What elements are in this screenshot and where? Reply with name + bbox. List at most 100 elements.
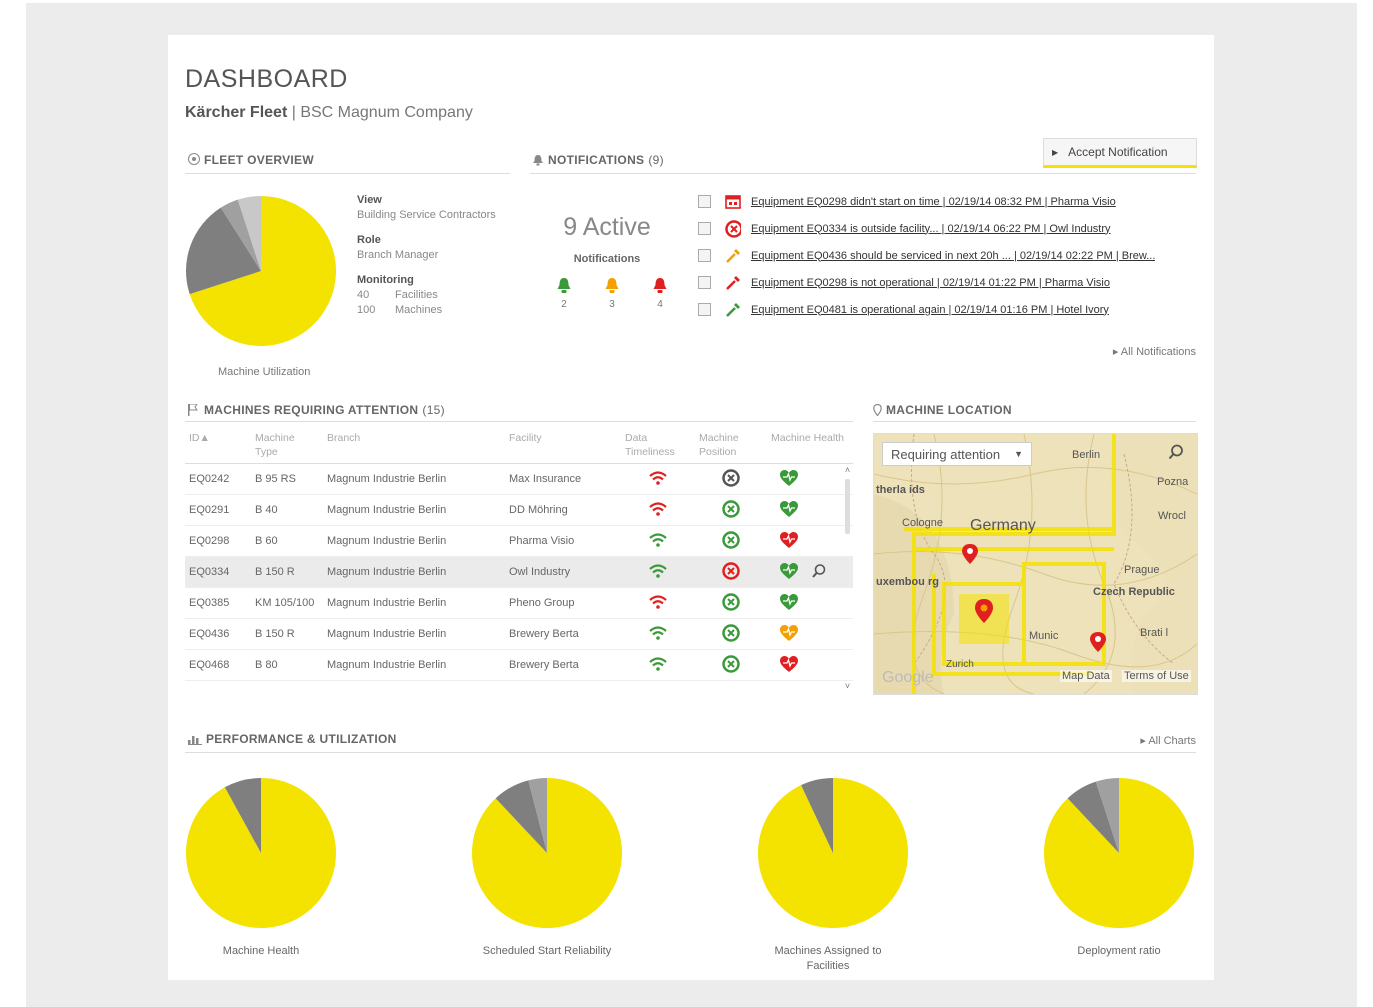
bell-count: 3 [609,299,615,310]
role-label: Role [357,234,381,246]
machines-divider [185,421,853,422]
all-charts-link[interactable]: ▸ All Charts [1108,734,1196,747]
cell-position [695,463,767,495]
table-row[interactable]: EQ0334 B 150 R Magnum Industrie Berlin Owl … [185,556,853,588]
cell-timeliness [621,494,695,526]
cell-id: EQ0291 [185,494,251,526]
health-heart-icon [779,562,799,583]
active-notifications-count: 9 Active [563,213,651,241]
notification-item[interactable]: Equipment EQ0298 didn't start on time | … [698,188,1198,215]
cell-facility: Brewery Berta [505,649,621,681]
map-label-luxembourg: uxembou rg [876,576,939,588]
position-icon [722,592,740,614]
bar-chart-icon [188,733,202,748]
map-label-wroclaw: Wrocl [1158,510,1186,522]
table-row[interactable]: EQ0385 KM 105/100 Magnum Industrie Berlin P… [185,587,853,619]
notification-link[interactable]: Equipment EQ0298 didn't start on time | … [751,196,1116,208]
wrench-icon [725,248,741,264]
machine-location-map[interactable]: Requiring attention ▼ Berlin Pozna therla… [873,433,1198,695]
position-icon [722,654,740,676]
machines-line: 100 Machines [357,303,527,318]
table-row[interactable]: EQ0298 B 60 Magnum Industrie Berlin Pharma … [185,525,853,557]
notification-checkbox[interactable] [698,303,711,316]
health-heart-icon [779,655,799,676]
cell-branch: Magnum Industrie Berlin [323,463,505,495]
cell-health [767,494,853,526]
map-terms-link[interactable]: Terms of Use [1122,670,1191,682]
machines-heading: MACHINES REQUIRING ATTENTION (15) [188,403,445,419]
notification-checkbox[interactable] [698,222,711,235]
map-filter-dropdown[interactable]: Requiring attention ▼ [882,442,1032,466]
position-icon [722,468,740,490]
zoom-icon[interactable] [811,563,827,582]
table-header-row: ID▲ Machine Type Branch Facility Data Timeli… [185,425,853,464]
notification-checkbox[interactable] [698,249,711,262]
column-header[interactable]: Data Timeliness [621,425,695,464]
accept-notification-button[interactable]: ▶ Accept Notification [1043,138,1197,168]
fleet-overview-details: View Building Service Contractors Role B… [357,187,527,318]
scroll-down-icon[interactable]: ˅ [842,681,853,691]
column-header[interactable]: Facility [505,425,621,464]
cell-type: B 80 [251,649,323,681]
notification-link[interactable]: Equipment EQ0298 is not operational | 02… [751,277,1110,289]
notification-item[interactable]: Equipment EQ0481 is operational again | … [698,296,1198,323]
fleet-overview-title: FLEET OVERVIEW [204,153,314,167]
cell-facility: DD Möhring [505,494,621,526]
notification-bell[interactable]: 2 [552,277,576,310]
cell-id: EQ0468 [185,649,251,681]
google-logo: Google [882,669,934,686]
table-row[interactable]: EQ0468 B 80 Magnum Industrie Berlin Brewery… [185,649,853,681]
notification-list: Equipment EQ0298 didn't start on time | … [698,188,1198,323]
cell-id: EQ0385 [185,587,251,619]
cell-type: B 60 [251,525,323,557]
column-header[interactable]: Machine Type [251,425,323,464]
notification-item[interactable]: Equipment EQ0298 is not operational | 02… [698,269,1198,296]
notification-bell[interactable]: 3 [600,277,624,310]
scroll-up-icon[interactable]: ˄ [842,465,853,475]
machine-health-pie [186,778,336,928]
scrollbar-thumb[interactable] [845,479,850,534]
table-scrollbar[interactable]: ˄ ˅ [842,465,853,691]
table-row[interactable]: EQ0242 B 95 RS Magnum Industrie Berlin Max … [185,463,853,495]
cell-type: B 150 R [251,556,323,588]
bell-count: 2 [561,299,567,310]
map-data-link[interactable]: Map Data [1060,670,1112,682]
column-header[interactable]: ID▲ [185,425,251,464]
notification-checkbox[interactable] [698,195,711,208]
cell-type: B 40 [251,494,323,526]
machines-table: ID▲ Machine Type Branch Facility Data Timeli… [185,425,853,693]
cell-facility: Pheno Group [505,587,621,619]
all-notifications-label: All Notifications [1120,346,1196,358]
notification-link[interactable]: Equipment EQ0334 is outside facility... … [751,223,1111,235]
notification-item[interactable]: Equipment EQ0436 should be serviced in n… [698,242,1198,269]
cell-facility: Brewery Berta [505,618,621,650]
notification-link[interactable]: Equipment EQ0481 is operational again | … [751,304,1109,316]
position-icon [722,623,740,645]
column-header[interactable]: Branch [323,425,505,464]
map-label-germany: Germany [970,517,1036,534]
machine-location-title: MACHINE LOCATION [886,403,1012,417]
caret-down-icon: ▼ [1014,449,1023,459]
view-value: Building Service Contractors [357,209,496,221]
facilities-count: 40 [357,289,370,301]
table-row-partial [185,680,853,693]
notification-bell[interactable]: 4 [648,277,672,310]
column-header[interactable]: Machine Position [695,425,767,464]
wrench-icon [725,275,741,291]
page-title: DASHBOARD [185,65,348,93]
column-header[interactable]: Machine Health [767,425,853,464]
notification-item[interactable]: Equipment EQ0334 is outside facility... … [698,215,1198,242]
notifications-divider [530,173,1196,174]
deployment-ratio-pie [1044,778,1194,928]
cell-timeliness [621,463,695,495]
cell-health [767,556,853,588]
notification-checkbox[interactable] [698,276,711,289]
table-row[interactable]: EQ0436 B 150 R Magnum Industrie Berlin Brew… [185,618,853,650]
table-row[interactable]: EQ0291 B 40 Magnum Industrie Berlin DD Möhr… [185,494,853,526]
notification-link[interactable]: Equipment EQ0436 should be serviced in n… [751,250,1155,262]
all-notifications-link[interactable]: ▸ All Notifications [1108,345,1196,358]
machine-health-caption: Machine Health [222,945,300,957]
map-search-icon[interactable] [1168,444,1184,465]
cell-branch: Magnum Industrie Berlin [323,556,505,588]
cell-branch: Magnum Industrie Berlin [323,525,505,557]
